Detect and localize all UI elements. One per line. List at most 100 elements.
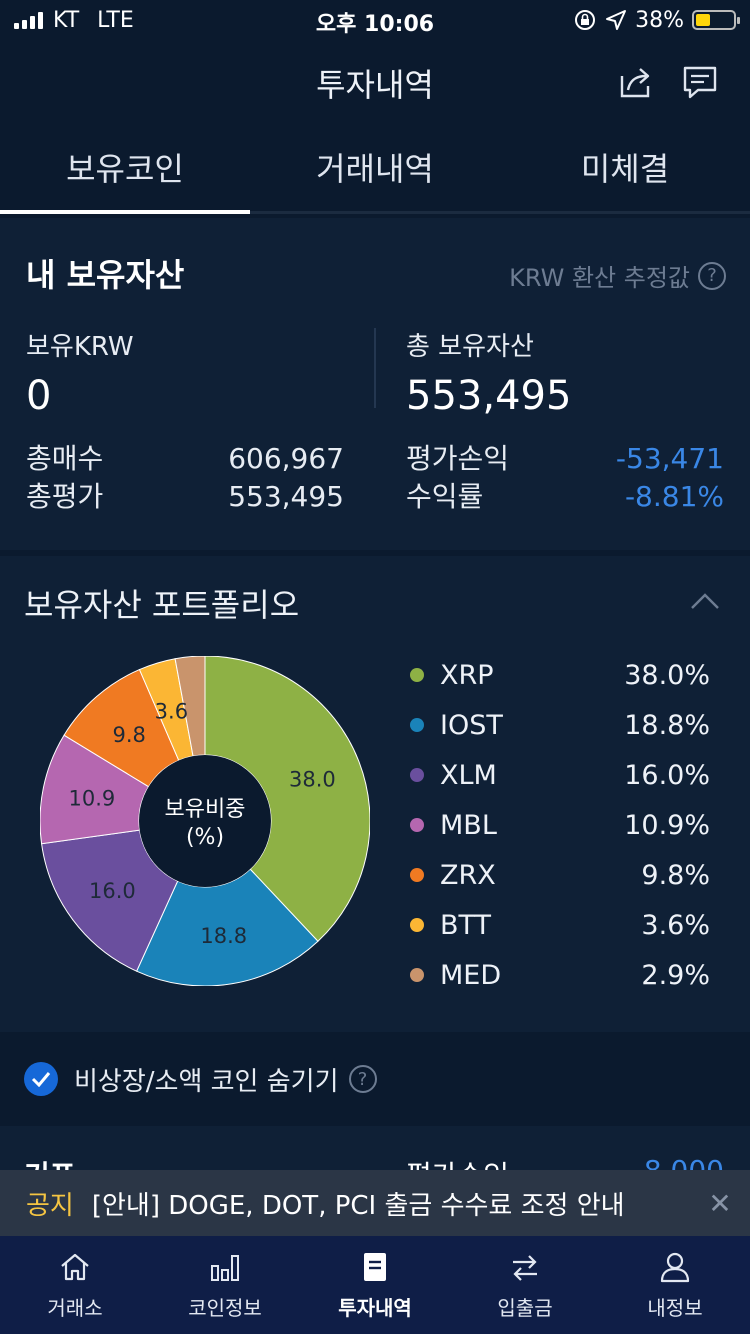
krw-estimate-note[interactable]: KRW 환산 추정값 ? (509, 258, 726, 293)
chat-icon[interactable] (680, 62, 720, 102)
assets-title: 내 보유자산 (26, 256, 185, 294)
total-buy-value: 606,967 (228, 442, 344, 475)
signal-icon (14, 11, 43, 29)
bar-chart-icon (211, 1255, 239, 1281)
network-label: LTE (97, 7, 134, 33)
total-assets-value: 553,495 (406, 373, 572, 419)
donut-value-label: 18.8 (200, 924, 247, 948)
tab-pending[interactable]: 미체결 (500, 126, 750, 211)
transfer-icon (513, 1255, 537, 1281)
page-title: 투자내역 (316, 66, 434, 104)
total-assets-label: 총 보유자산 (406, 332, 534, 362)
share-icon[interactable] (616, 62, 656, 102)
bottom-tab-bar: 거래소 코인정보 투자내역 입출금 내정보 (0, 1236, 750, 1334)
tabbar-exchange[interactable]: 거래소 (0, 1236, 150, 1334)
legend-swatch (410, 868, 424, 882)
home-icon (61, 1253, 89, 1281)
krw-estimate-label: KRW 환산 추정값 (509, 264, 690, 292)
tabbar-investments[interactable]: 투자내역 (300, 1236, 450, 1334)
legend-swatch (410, 668, 424, 682)
total-eval-label: 총평가 (26, 480, 104, 513)
tabbar-my-info[interactable]: 내정보 (600, 1236, 750, 1334)
legend-value: 10.9% (624, 809, 710, 841)
divider (374, 328, 376, 408)
check-icon (31, 1072, 51, 1087)
legend-item: BTT 3.6% (410, 900, 710, 950)
tab-holdings[interactable]: 보유코인 (0, 126, 250, 214)
portfolio-title: 보유자산 포트폴리오 (24, 586, 300, 624)
rotation-lock-icon (575, 10, 596, 30)
battery-percent: 38% (635, 7, 684, 33)
nav-bar: 투자내역 (0, 40, 750, 126)
portfolio-legend: XRP 38.0% IOST 18.8% XLM 16.0% MBL 10.9% ZRX 9.8%… (410, 650, 710, 1000)
legend-swatch (410, 918, 424, 932)
legend-item: ZRX 9.8% (410, 850, 710, 900)
donut-center-unit: (%) (186, 825, 224, 850)
legend-swatch (410, 818, 424, 832)
legend-item: MBL 10.9% (410, 800, 710, 850)
legend-label: MED (440, 959, 502, 991)
tabbar-my-info-label: 내정보 (647, 1296, 703, 1320)
legend-swatch (410, 768, 424, 782)
notice-banner[interactable]: 공지 [안내] DOGE, DOT, PCI 출금 수수료 조정 안내 ✕ (0, 1170, 750, 1236)
close-icon[interactable]: ✕ (690, 1187, 750, 1220)
krw-value: 0 (26, 373, 52, 419)
status-bar: KT LTE 오후 10:06 38% (0, 0, 750, 40)
tabbar-coin-info[interactable]: 코인정보 (150, 1236, 300, 1334)
donut-center-label: 보유비중 (165, 797, 246, 822)
legend-label: XLM (440, 759, 497, 791)
tab-history[interactable]: 거래내역 (250, 126, 500, 211)
legend-label: BTT (440, 909, 492, 941)
return-rate-value: -8.81% (624, 480, 724, 513)
legend-value: 18.8% (624, 709, 710, 741)
portfolio-donut-chart: 38.0 18.8 16.0 10.9 9.8 3.6 보유비중 (%) (40, 656, 370, 986)
legend-value: 16.0% (624, 759, 710, 791)
my-assets-section: 내 보유자산 KRW 환산 추정값 ? 보유KRW 0 총 보유자산 553,4… (0, 218, 750, 550)
total-buy-label: 총매수 (26, 442, 104, 475)
return-rate-label: 수익률 (406, 480, 484, 513)
donut-value-label: 10.9 (69, 787, 116, 811)
notice-text[interactable]: [안내] DOGE, DOT, PCI 출금 수수료 조정 안내 (92, 1185, 690, 1222)
legend-item: XLM 16.0% (410, 750, 710, 800)
hide-small-coins-label: 비상장/소액 코인 숨기기 (74, 1066, 339, 1097)
chevron-up-icon[interactable] (690, 592, 720, 610)
location-icon (606, 10, 627, 30)
legend-swatch (410, 968, 424, 982)
legend-item: IOST 18.8% (410, 700, 710, 750)
portfolio-section: 보유자산 포트폴리오 38.0 18.8 16.0 10.9 9.8 3.6 보유비중 (… (0, 556, 750, 1032)
tabbar-deposit-withdraw[interactable]: 입출금 (450, 1236, 600, 1334)
tabbar-investments-label: 투자내역 (338, 1296, 412, 1320)
notice-tag: 공지 (26, 1190, 74, 1221)
legend-label: MBL (440, 809, 497, 841)
legend-label: IOST (440, 709, 503, 741)
legend-item: MED 2.9% (410, 950, 710, 1000)
tab-bar: 보유코인 거래내역 미체결 (0, 126, 750, 214)
carrier-label: KT (53, 7, 80, 33)
battery-icon (692, 10, 740, 30)
legend-value: 9.8% (641, 859, 710, 891)
legend-label: XRP (440, 659, 494, 691)
donut-value-label: 9.8 (112, 723, 145, 747)
krw-label: 보유KRW (26, 332, 134, 362)
pnl-label: 평가손익 (406, 442, 510, 475)
donut-value-label: 16.0 (89, 879, 136, 903)
person-icon (660, 1252, 690, 1283)
total-eval-value: 553,495 (228, 480, 344, 513)
legend-value: 2.9% (641, 959, 710, 991)
legend-value: 38.0% (624, 659, 710, 691)
donut-value-label: 3.6 (155, 699, 188, 723)
legend-label: ZRX (440, 859, 496, 891)
help-icon[interactable]: ? (348, 1065, 377, 1093)
legend-value: 3.6% (641, 909, 710, 941)
hide-small-coins-option[interactable]: 비상장/소액 코인 숨기기 ? (0, 1036, 750, 1122)
donut-value-label: 38.0 (289, 767, 336, 791)
legend-swatch (410, 718, 424, 732)
legend-item: XRP 38.0% (410, 650, 710, 700)
document-icon (364, 1253, 386, 1281)
tabbar-deposit-withdraw-label: 입출금 (497, 1296, 553, 1320)
pnl-value: -53,471 (615, 442, 724, 475)
help-icon[interactable]: ? (698, 261, 726, 290)
tabbar-exchange-label: 거래소 (47, 1296, 103, 1320)
tabbar-coin-info-label: 코인정보 (188, 1296, 262, 1320)
checkbox-checked[interactable] (24, 1062, 58, 1096)
